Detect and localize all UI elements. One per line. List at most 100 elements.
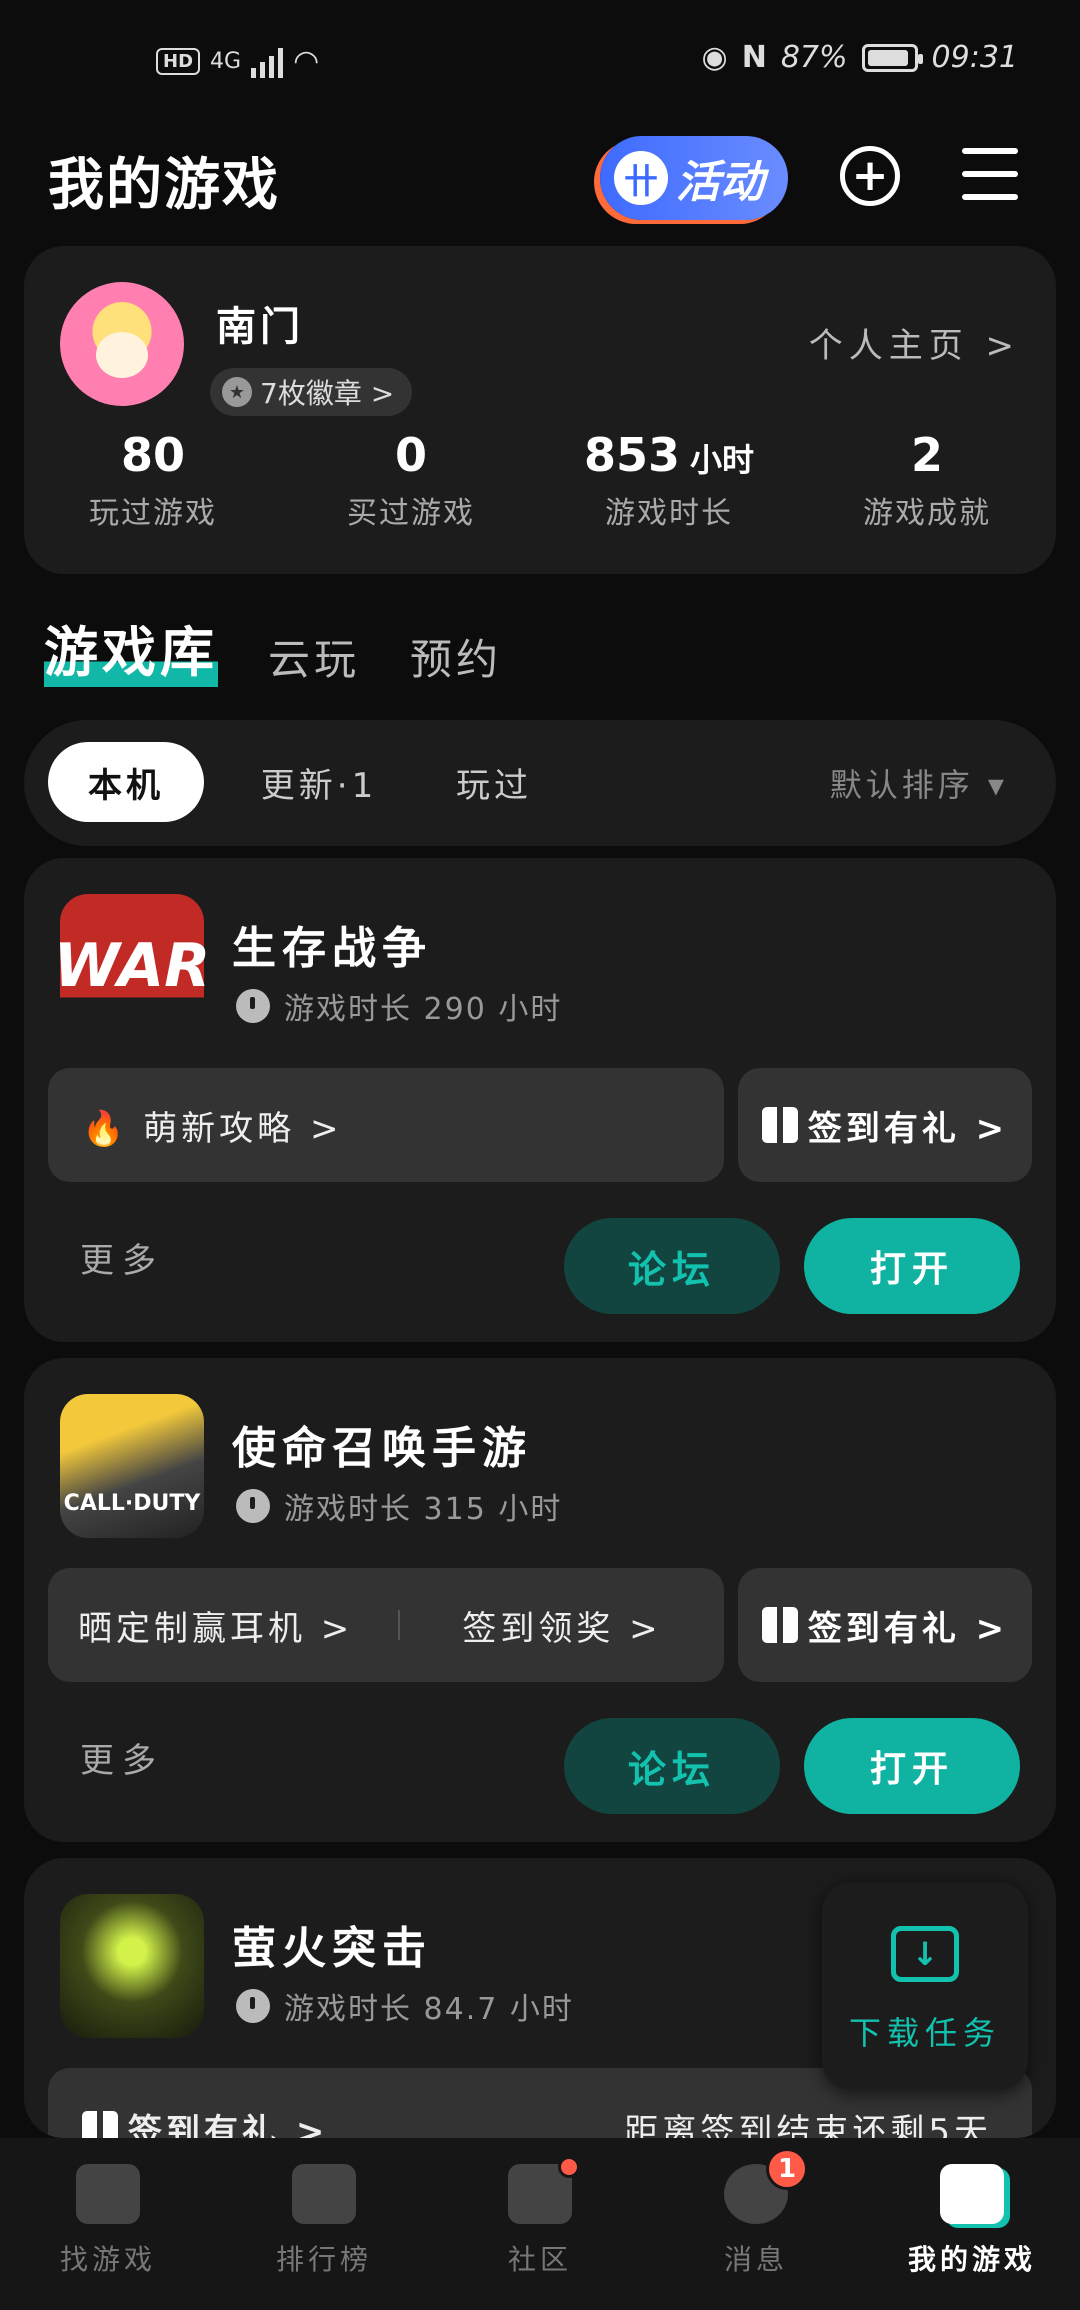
game-playtime: 游戏时长 84.7 小时 — [236, 1984, 574, 2028]
signin-bar-left: 签到有礼 > — [82, 2104, 328, 2138]
nav-community[interactable]: 社区 — [432, 2138, 648, 2310]
timer-icon — [236, 1489, 270, 1523]
tab-reservation[interactable]: 预约 — [410, 626, 502, 687]
open-button[interactable]: 打开 — [804, 1218, 1020, 1314]
sort-dropdown[interactable]: 默认排序 ▾ — [830, 760, 1008, 806]
more-link[interactable]: 更多 — [80, 1733, 164, 1782]
hd-icon: HD — [156, 48, 201, 75]
download-task-button[interactable]: ↓ 下载任务 — [822, 1882, 1028, 2090]
game-name: 生存战争 — [232, 923, 432, 974]
badge-label: 7枚徽章 > — [260, 377, 395, 410]
wifi-icon: ◠ — [293, 44, 320, 79]
filter-updates[interactable]: 更新·1 — [234, 742, 404, 822]
game-card[interactable]: CALL·DUTY 使命召唤手游 游戏时长 315 小时 晒定制赢耳机 > 签到… — [24, 1358, 1056, 1842]
playtime-text: 游戏时长 290 小时 — [284, 992, 563, 1027]
app-header: 我的游戏 卄 活动 + — [0, 120, 1080, 230]
game-name: 萤火突击 — [232, 1923, 432, 1974]
promo-guide[interactable]: 🔥 萌新攻略 > — [48, 1068, 724, 1182]
timer-icon — [236, 989, 270, 1023]
clock: 09:31 — [931, 40, 1018, 75]
stat-achievements[interactable]: 2 游戏成就 — [798, 428, 1056, 532]
game-icon[interactable]: CALL·DUTY — [60, 1394, 204, 1538]
game-playtime: 游戏时长 290 小时 — [236, 984, 562, 1028]
stat-label: 买过游戏 — [347, 496, 475, 531]
forum-button[interactable]: 论坛 — [564, 1218, 780, 1314]
timer-icon — [236, 1989, 270, 2023]
tab-library[interactable]: 游戏库 — [44, 608, 218, 687]
stat-label: 游戏时长 — [605, 496, 733, 531]
filter-played[interactable]: 玩过 — [424, 742, 564, 822]
nav-label: 消息 — [723, 2243, 788, 2276]
forum-button[interactable]: 论坛 — [564, 1718, 780, 1814]
stat-label: 游戏成就 — [863, 496, 991, 531]
username: 南门 — [216, 304, 304, 350]
nav-messages[interactable]: 1 消息 — [648, 2138, 864, 2310]
stat-playtime[interactable]: 853 小时 游戏时长 — [540, 428, 798, 532]
more-link[interactable]: 更多 — [80, 1233, 164, 1282]
activity-button[interactable]: 卄 活动 — [600, 136, 788, 220]
game-icon[interactable]: WAR — [54, 894, 210, 1038]
ranking-icon — [292, 2164, 356, 2224]
badge-chip[interactable]: ★ 7枚徽章 > — [210, 368, 413, 416]
gamepad-icon — [940, 2164, 1004, 2224]
stat-unit: 小时 — [690, 441, 755, 479]
playtime-text: 游戏时长 84.7 小时 — [284, 1992, 574, 2027]
filter-local[interactable]: 本机 — [48, 742, 204, 822]
eye-icon: ◉ — [701, 40, 728, 75]
network-label: 4G — [210, 49, 242, 74]
stat-played[interactable]: 80 玩过游戏 — [24, 428, 282, 532]
activity-label: 活动 — [676, 157, 764, 208]
profile-card: 南门 ★ 7枚徽章 > 个人主页 > 80 玩过游戏 0 买过游戏 853 小时 … — [24, 246, 1056, 574]
stats-row: 80 玩过游戏 0 买过游戏 853 小时 游戏时长 2 游戏成就 — [24, 428, 1056, 532]
notification-dot — [558, 2156, 580, 2178]
signal-icon — [251, 46, 284, 78]
nfc-icon: N — [741, 40, 767, 75]
nav-label: 社区 — [507, 2243, 572, 2276]
promo-box: 晒定制赢耳机 > 签到领奖 > — [48, 1568, 724, 1682]
stat-value: 80 — [120, 428, 185, 482]
bottom-nav: 找游戏 排行榜 社区 1 消息 我的游戏 — [0, 2138, 1080, 2310]
page-title: 我的游戏 — [48, 153, 280, 218]
menu-icon[interactable] — [962, 148, 1018, 200]
add-icon[interactable]: + — [840, 146, 900, 206]
nav-label: 排行榜 — [275, 2243, 372, 2276]
gift-badge-icon: 卄 — [614, 151, 668, 205]
nav-find-games[interactable]: 找游戏 — [0, 2138, 216, 2310]
avatar[interactable] — [60, 282, 184, 406]
gift-icon — [761, 1107, 798, 1143]
library-tabs: 游戏库 云玩 预约 — [44, 608, 502, 687]
download-label: 下载任务 — [848, 2014, 1001, 2052]
game-icon[interactable] — [60, 1894, 204, 2038]
signin-label: 签到有礼 > — [807, 1108, 1009, 1149]
status-right: ◉ N 87% 09:31 — [702, 40, 1018, 75]
signin-bar-label: 签到有礼 > — [128, 2112, 329, 2138]
signin-label: 签到有礼 > — [807, 1608, 1009, 1649]
signin-gift-button[interactable]: 签到有礼 > — [738, 1568, 1032, 1682]
status-left: HD 4G ◠ — [156, 44, 319, 79]
message-count-badge: 1 — [766, 2148, 808, 2190]
download-icon: ↓ — [891, 1926, 959, 1982]
battery-percent: 87% — [780, 40, 848, 75]
tab-cloud-play[interactable]: 云玩 — [268, 626, 360, 687]
status-bar: HD 4G ◠ ◉ N 87% 09:31 — [0, 0, 1080, 120]
promo-headset[interactable]: 晒定制赢耳机 > — [48, 1601, 398, 1650]
open-button[interactable]: 打开 — [804, 1718, 1020, 1814]
nav-ranking[interactable]: 排行榜 — [216, 2138, 432, 2310]
signin-gift-button[interactable]: 签到有礼 > — [738, 1068, 1032, 1182]
medal-icon: ★ — [222, 377, 252, 407]
homepage-link[interactable]: 个人主页 > — [809, 318, 1020, 367]
game-card[interactable]: WAR 生存战争 游戏时长 290 小时 🔥 萌新攻略 > 签到有礼 > 更多 … — [24, 858, 1056, 1342]
game-playtime: 游戏时长 315 小时 — [236, 1484, 562, 1528]
gift-icon — [82, 2110, 118, 2138]
nav-label: 我的游戏 — [907, 2243, 1036, 2276]
promo-signin-reward[interactable]: 签到领奖 > — [400, 1601, 724, 1650]
stat-bought[interactable]: 0 买过游戏 — [282, 428, 540, 532]
stat-value: 2 — [910, 428, 943, 482]
stat-value: 0 — [394, 428, 427, 482]
playtime-text: 游戏时长 315 小时 — [284, 1492, 563, 1527]
stat-value: 853 — [583, 428, 680, 482]
nav-my-games[interactable]: 我的游戏 — [864, 2138, 1080, 2310]
battery-icon — [861, 43, 923, 72]
game-name: 使命召唤手游 — [232, 1423, 532, 1474]
nav-label: 找游戏 — [59, 2243, 156, 2276]
